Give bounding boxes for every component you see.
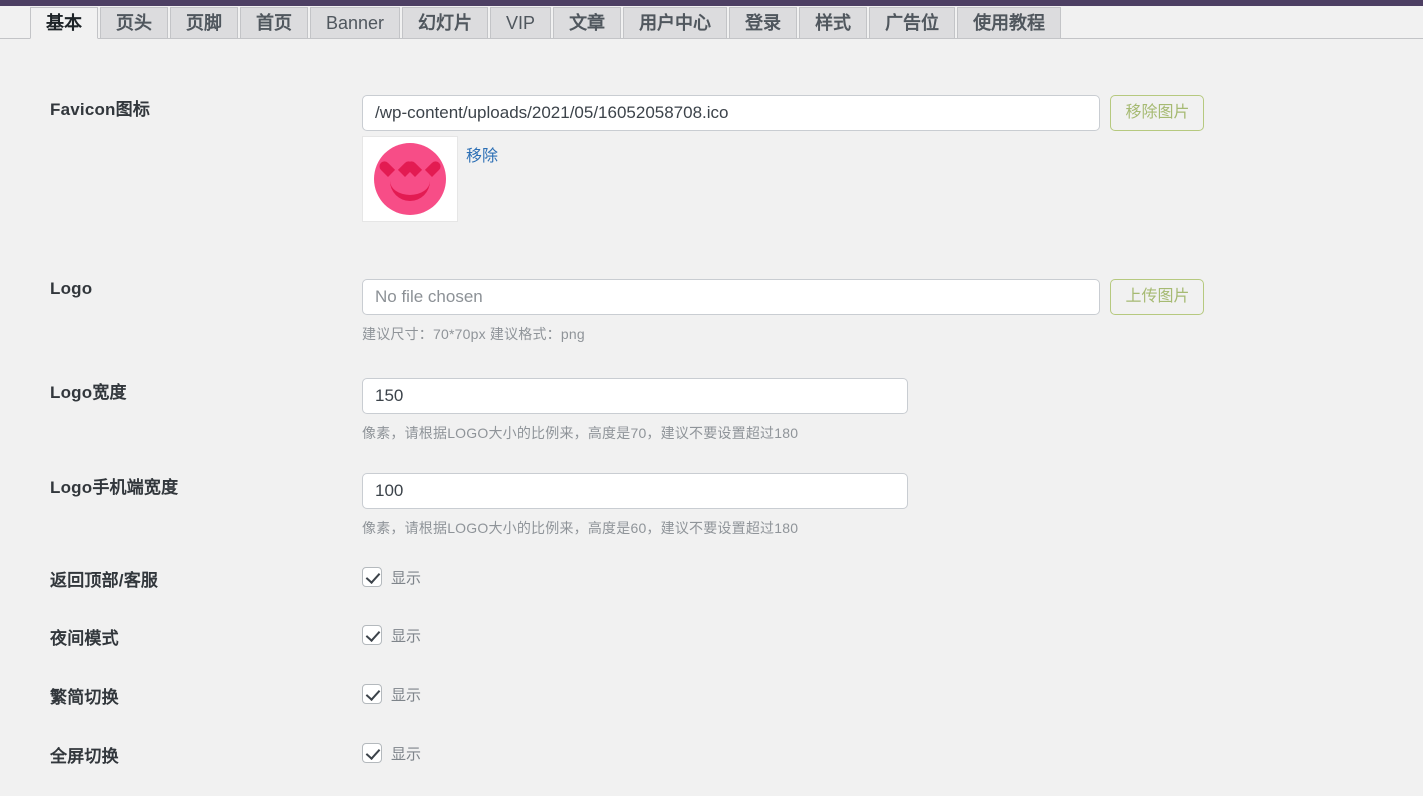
label-fullscreen-switch: 全屏切换 — [50, 747, 119, 766]
fullscreen-switch-checkbox-label: 显示 — [391, 745, 422, 763]
tab-tutorial[interactable]: 使用教程 — [957, 7, 1062, 39]
field-fullscreen-switch: 显示 — [362, 742, 421, 764]
tab-footer[interactable]: 页脚 — [170, 7, 238, 39]
pink-smiley-heart-eyes-icon — [374, 143, 446, 215]
tab-homepage[interactable]: 首页 — [240, 7, 308, 39]
tab-login[interactable]: 登录 — [729, 7, 798, 39]
field-night-mode: 显示 — [362, 624, 421, 646]
script-switch-checkbox[interactable] — [362, 684, 382, 704]
label-back-to-top: 返回顶部/客服 — [50, 571, 159, 590]
tab-slideshow[interactable]: 幻灯片 — [402, 7, 489, 39]
tab-basic[interactable]: 基本 — [30, 7, 98, 39]
heart-eye-right-icon — [415, 163, 432, 179]
tab-vip[interactable]: VIP — [490, 7, 552, 39]
fullscreen-switch-checkbox[interactable] — [362, 743, 382, 763]
remove-favicon-link[interactable]: 移除 — [466, 142, 498, 166]
settings-form: Favicon图标 移除图片 移除 Logo 上传图片 建议尺寸：70*7 — [0, 39, 1423, 796]
favicon-path-input[interactable] — [362, 95, 1100, 131]
tab-style[interactable]: 样式 — [799, 7, 868, 39]
night-mode-checkbox-label: 显示 — [391, 627, 422, 645]
logo-mobile-width-help-text: 像素，请根据LOGO大小的比例来，高度是60，建议不要设置超过180 — [362, 520, 799, 536]
label-logo: Logo — [50, 279, 93, 298]
field-logo-width: 像素，请根据LOGO大小的比例来，高度是70，建议不要设置超过180 — [362, 378, 908, 443]
back-to-top-checkbox-label: 显示 — [391, 569, 422, 587]
tab-user-center[interactable]: 用户中心 — [623, 7, 728, 39]
label-logo-width: Logo宽度 — [50, 383, 127, 402]
settings-tab-strip: 基本 页头 页脚 首页 Banner 幻灯片 VIP 文章 用户中心 登录 样式… — [0, 6, 1423, 39]
label-favicon: Favicon图标 — [50, 100, 151, 119]
favicon-preview-thumbnail — [362, 136, 458, 222]
tab-banner[interactable]: Banner — [310, 7, 401, 39]
tab-ad-slots[interactable]: 广告位 — [869, 7, 956, 39]
upload-image-button[interactable]: 上传图片 — [1110, 279, 1205, 315]
script-switch-checkbox-label: 显示 — [391, 686, 422, 704]
logo-width-help-text: 像素，请根据LOGO大小的比例来，高度是70，建议不要设置超过180 — [362, 425, 799, 441]
field-logo-mobile-width: 像素，请根据LOGO大小的比例来，高度是60，建议不要设置超过180 — [362, 473, 908, 538]
remove-image-button[interactable]: 移除图片 — [1110, 95, 1205, 131]
logo-help-text: 建议尺寸：70*70px 建议格式：png — [362, 326, 585, 342]
logo-width-input[interactable] — [362, 378, 908, 414]
field-favicon: 移除图片 移除 — [362, 95, 1205, 222]
field-script-switch: 显示 — [362, 683, 421, 705]
field-back-to-top: 显示 — [362, 566, 421, 588]
tab-articles[interactable]: 文章 — [553, 7, 622, 39]
field-logo: 上传图片 建议尺寸：70*70px 建议格式：png — [362, 279, 1205, 344]
label-night-mode: 夜间模式 — [50, 629, 119, 648]
logo-file-input[interactable] — [362, 279, 1100, 315]
tab-header[interactable]: 页头 — [100, 7, 168, 39]
night-mode-checkbox[interactable] — [362, 625, 382, 645]
back-to-top-checkbox[interactable] — [362, 567, 382, 587]
label-script-switch: 繁简切换 — [50, 688, 119, 707]
heart-eye-left-icon — [388, 163, 405, 179]
smile-mouth-icon — [390, 181, 430, 201]
logo-mobile-width-input[interactable] — [362, 473, 908, 509]
label-logo-mobile-width: Logo手机端宽度 — [50, 478, 179, 497]
